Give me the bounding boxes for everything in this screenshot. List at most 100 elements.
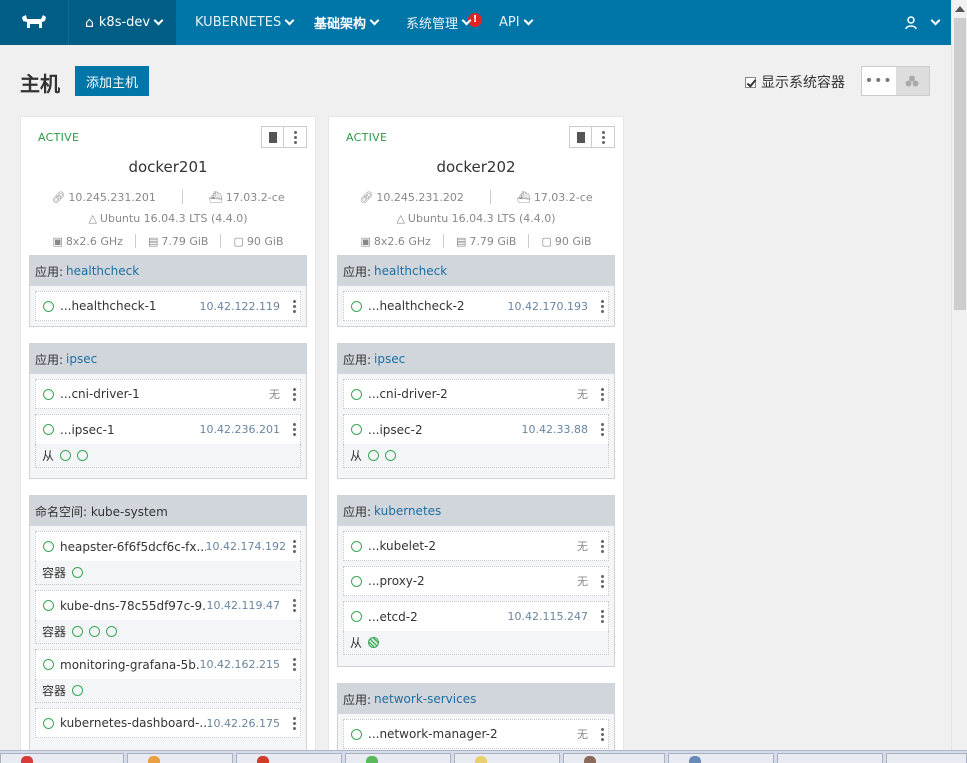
container-name[interactable]: ...healthcheck-1	[60, 299, 200, 313]
pause-button[interactable]	[262, 127, 284, 147]
container-row[interactable]: ...etcd-2 10.42.115.247	[343, 601, 609, 631]
stack-link[interactable]: kubernetes	[374, 504, 441, 518]
container-row[interactable]: monitoring-grafana-5b... 10.42.162.215	[35, 649, 301, 679]
vertical-scrollbar[interactable]	[951, 0, 967, 750]
container-row[interactable]: kube-dns-78c55df97c-9... 10.42.119.47	[35, 590, 301, 620]
taskbar-button[interactable]	[563, 753, 665, 763]
scroll-thumb[interactable]	[954, 18, 966, 310]
stack-link[interactable]: ipsec	[374, 352, 405, 366]
host-resources-row: ▣ 8x2.6 GHz ▤ 7.79 GiB ▢ 90 GiB	[329, 234, 623, 248]
environment-selector[interactable]: ⌂ k8s-dev	[68, 0, 176, 45]
container-row[interactable]: ...kubelet-2 无	[343, 531, 609, 561]
status-circle-icon[interactable]	[72, 567, 84, 578]
container-row[interactable]: ...ipsec-1 10.42.236.201	[35, 414, 301, 444]
container-name[interactable]: kube-dns-78c55df97c-9...	[60, 599, 207, 613]
container-menu-button[interactable]	[293, 388, 296, 401]
container-row[interactable]: heapster-6f6f5dcf6c-fx... 10.42.174.192	[35, 531, 301, 561]
status-circle-icon[interactable]	[72, 685, 84, 696]
sidekick-label: 从	[350, 449, 363, 463]
container-name[interactable]: ...cni-driver-2	[368, 387, 577, 401]
cpu-icon: ▣	[360, 234, 371, 248]
container-row[interactable]: ...network-manager-2 无	[343, 719, 609, 749]
rancher-logo[interactable]	[0, 0, 68, 45]
container-menu-button[interactable]	[293, 300, 296, 313]
host-name[interactable]: docker201	[21, 158, 315, 176]
container-menu-button[interactable]	[601, 575, 604, 588]
container-menu-button[interactable]	[293, 540, 296, 553]
container-name[interactable]: ...network-manager-2	[368, 727, 577, 741]
status-circle-icon[interactable]	[368, 637, 380, 648]
container-name[interactable]: ...ipsec-2	[368, 423, 522, 437]
status-circle-icon[interactable]	[77, 450, 89, 461]
pause-button[interactable]	[570, 127, 592, 147]
host-menu-button[interactable]	[284, 127, 306, 147]
stack-link[interactable]: healthcheck	[374, 264, 447, 278]
container-name[interactable]: ...kubelet-2	[368, 539, 577, 553]
container-row[interactable]: ...proxy-2 无	[343, 566, 609, 596]
container-name[interactable]: kubernetes-dashboard-...	[60, 716, 207, 730]
taskbar-button[interactable]	[345, 753, 451, 763]
taskbar-button[interactable]	[236, 753, 342, 763]
status-circle-icon[interactable]	[368, 450, 380, 461]
container-menu-button[interactable]	[601, 423, 604, 436]
user-menu[interactable]	[905, 0, 941, 45]
container-row[interactable]: ...cni-driver-1 无	[35, 379, 301, 409]
container-row[interactable]: kubernetes-dashboard-... 10.42.26.175	[35, 708, 301, 738]
status-circle-icon[interactable]	[72, 626, 84, 637]
status-circle-icon[interactable]	[385, 450, 397, 461]
link-icon: 🔗︎	[51, 190, 66, 204]
show-system-containers-toggle[interactable]: 显示系统容器	[745, 72, 845, 92]
pod-containers-row: 容器	[35, 561, 301, 585]
taskbar-button[interactable]	[777, 753, 883, 763]
stack-header: 应用: kubernetes	[338, 496, 614, 526]
container-menu-button[interactable]	[293, 423, 296, 436]
taskbar-button[interactable]	[454, 753, 560, 763]
status-circle-icon[interactable]	[106, 626, 118, 637]
container-name[interactable]: ...ipsec-1	[60, 423, 200, 437]
cpu-icon: ▣	[52, 234, 63, 248]
taskbar-button[interactable]	[0, 753, 124, 763]
container-name[interactable]: ...cni-driver-1	[60, 387, 269, 401]
taskbar-button[interactable]	[886, 753, 967, 763]
container-name[interactable]: ...etcd-2	[368, 610, 508, 624]
container-name[interactable]: ...proxy-2	[368, 574, 577, 588]
stack-link[interactable]: ipsec	[66, 352, 97, 366]
host-meta-row: 🔗︎ 10.245.231.201 ⛴ 17.03.2-ce	[21, 190, 315, 204]
nav-admin[interactable]: 系统管理 !	[406, 0, 483, 45]
taskbar-button[interactable]	[127, 753, 233, 763]
grid-view-button[interactable]	[895, 67, 929, 95]
container-menu-button[interactable]	[601, 610, 604, 623]
status-circle-icon[interactable]	[89, 626, 101, 637]
add-host-button[interactable]: 添加主机	[75, 66, 149, 96]
container-name[interactable]: monitoring-grafana-5b...	[60, 658, 200, 672]
container-row[interactable]: ...healthcheck-1 10.42.122.119	[35, 291, 301, 321]
container-row[interactable]: ...cni-driver-2 无	[343, 379, 609, 409]
container-menu-button[interactable]	[601, 300, 604, 313]
container-menu-button[interactable]	[293, 599, 296, 612]
container-menu-button[interactable]	[601, 540, 604, 553]
stack-link[interactable]: healthcheck	[66, 264, 139, 278]
container-menu-button[interactable]	[293, 658, 296, 671]
app-icon	[689, 756, 701, 763]
sidekick-row: 从	[35, 444, 301, 468]
stack-link[interactable]: network-services	[374, 692, 476, 706]
nav-kubernetes[interactable]: KUBERNETES	[195, 0, 295, 45]
scroll-up-icon[interactable]	[955, 6, 965, 12]
pod-containers-label: 容器	[42, 684, 67, 698]
host-menu-button[interactable]	[592, 127, 614, 147]
container-menu-button[interactable]	[293, 717, 296, 730]
taskbar-button[interactable]	[668, 753, 774, 763]
sidekick-row: 从	[343, 444, 609, 468]
container-row[interactable]: ...ipsec-2 10.42.33.88	[343, 414, 609, 444]
container-name[interactable]: ...healthcheck-2	[368, 299, 508, 313]
container-name[interactable]: heapster-6f6f5dcf6c-fx...	[60, 540, 206, 554]
list-view-button[interactable]: •••	[862, 67, 896, 95]
show-system-checkbox[interactable]	[745, 76, 756, 88]
nav-infrastructure[interactable]: 基础架构	[314, 0, 380, 45]
nav-api[interactable]: API	[499, 0, 534, 45]
status-circle-icon[interactable]	[60, 450, 72, 461]
container-menu-button[interactable]	[601, 728, 604, 741]
container-menu-button[interactable]	[601, 388, 604, 401]
host-name[interactable]: docker202	[329, 158, 623, 176]
container-row[interactable]: ...healthcheck-2 10.42.170.193	[343, 291, 609, 321]
